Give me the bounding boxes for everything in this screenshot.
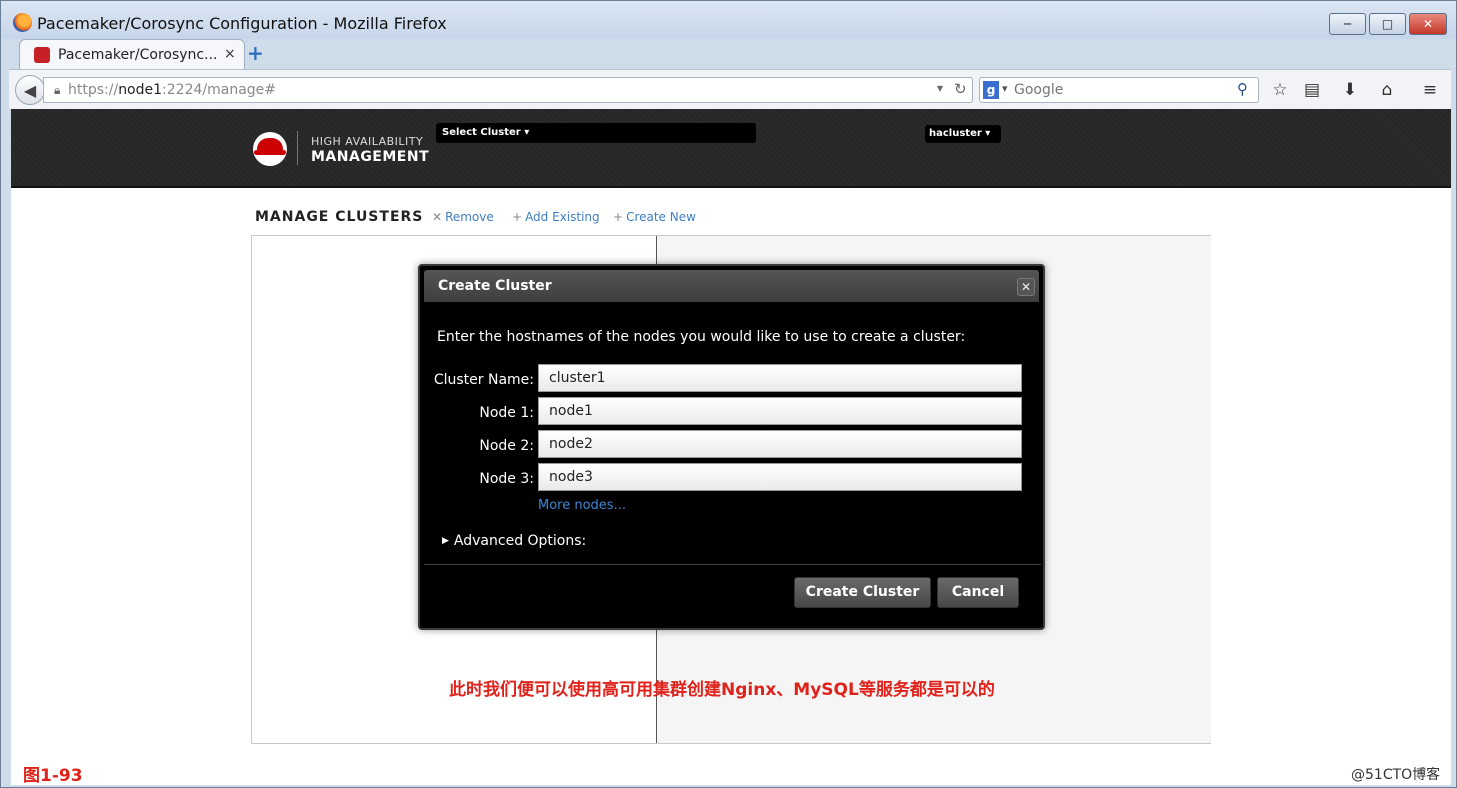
reload-icon[interactable]: ↻ xyxy=(954,80,967,98)
firefox-icon xyxy=(13,13,32,32)
new-tab-button[interactable]: + xyxy=(247,43,265,63)
title-bar: Pacemaker/Corosync Configuration - Mozil… xyxy=(1,1,1456,39)
back-button[interactable]: ◀ xyxy=(15,75,45,105)
dialog-divider xyxy=(424,564,1041,565)
node1-input[interactable] xyxy=(538,397,1022,425)
google-engine-icon[interactable]: g xyxy=(983,81,999,99)
user-menu[interactable]: hacluster ▾ xyxy=(925,125,1001,143)
bookmarks-list-icon[interactable]: ▤ xyxy=(1301,79,1323,101)
cancel-button[interactable]: Cancel xyxy=(937,577,1019,608)
downloads-icon[interactable]: ⬇ xyxy=(1339,79,1361,101)
tab-close-icon[interactable]: × xyxy=(224,46,236,62)
node1-label: Node 1: xyxy=(479,405,534,421)
node3-label: Node 3: xyxy=(479,471,534,487)
dialog-title: Create Cluster xyxy=(438,278,552,294)
url-text: https://node1:2224/manage# xyxy=(68,82,277,98)
remove-link[interactable]: ✕ Remove xyxy=(432,210,494,224)
node2-input[interactable] xyxy=(538,430,1022,458)
figure-label: 图1-93 xyxy=(23,766,83,785)
create-cluster-button[interactable]: Create Cluster xyxy=(794,577,931,608)
menu-icon[interactable]: ≡ xyxy=(1419,79,1441,101)
plus-icon: + xyxy=(613,210,624,224)
url-history-dropdown-icon[interactable]: ▾ xyxy=(937,81,943,95)
cluster-name-label: Cluster Name: xyxy=(433,372,534,388)
advanced-options-toggle[interactable]: ▶ Advanced Options: xyxy=(442,533,586,549)
dialog-close-icon[interactable]: ✕ xyxy=(1017,278,1035,296)
navigation-bar: ◀ 🔒︎ https://node1:2224/manage# ▾ ↻ g ▾ … xyxy=(9,69,1451,109)
tab-pacemaker[interactable]: Pacemaker/Corosync... × xyxy=(19,39,245,69)
close-window-button[interactable]: ✕ xyxy=(1409,13,1447,35)
add-existing-link[interactable]: + Add Existing xyxy=(512,210,600,224)
redhat-logo-icon xyxy=(253,132,287,166)
page-content: HIGH AVAILABILITY MANAGEMENT Select Clus… xyxy=(11,109,1451,785)
select-cluster-dropdown[interactable]: Select Cluster ▾ xyxy=(436,123,756,143)
dialog-header: Create Cluster ✕ xyxy=(424,270,1039,302)
page-title: MANAGE CLUSTERS xyxy=(255,209,424,225)
create-cluster-dialog: Create Cluster ✕ Enter the hostnames of … xyxy=(418,264,1045,630)
search-input[interactable] xyxy=(1014,81,1234,99)
tab-strip: Pacemaker/Corosync... × + xyxy=(9,39,1451,69)
annotation-text: 此时我们便可以使用高可用集群创建Nginx、MySQL等服务都是可以的 xyxy=(449,680,995,700)
tab-label: Pacemaker/Corosync... xyxy=(58,47,218,63)
bookmark-star-icon[interactable]: ☆ xyxy=(1269,79,1291,101)
search-bar[interactable]: g ▾ ⚲ xyxy=(979,77,1259,103)
lock-icon: 🔒︎ xyxy=(54,83,61,97)
window-title: Pacemaker/Corosync Configuration - Mozil… xyxy=(37,14,447,33)
dialog-description: Enter the hostnames of the nodes you wou… xyxy=(437,329,966,345)
engine-dropdown-icon[interactable]: ▾ xyxy=(1002,82,1008,95)
search-icon[interactable]: ⚲ xyxy=(1237,80,1248,98)
expand-triangle-icon: ▶ xyxy=(442,536,449,546)
watermark: @51CTO博客 xyxy=(1351,767,1441,783)
node2-label: Node 2: xyxy=(479,438,534,454)
logo-line1: HIGH AVAILABILITY xyxy=(311,135,424,148)
browser-window: Pacemaker/Corosync Configuration - Mozil… xyxy=(0,0,1457,788)
cluster-name-input[interactable] xyxy=(538,364,1022,392)
plus-icon: + xyxy=(512,210,523,224)
redhat-favicon-icon xyxy=(34,47,50,63)
minimize-button[interactable]: ─ xyxy=(1329,13,1366,35)
app-header: HIGH AVAILABILITY MANAGEMENT Select Clus… xyxy=(11,109,1451,188)
logo-divider xyxy=(297,131,298,165)
remove-icon: ✕ xyxy=(432,210,443,224)
node3-input[interactable] xyxy=(538,463,1022,491)
url-bar[interactable]: 🔒︎ https://node1:2224/manage# ▾ ↻ xyxy=(43,77,973,103)
more-nodes-link[interactable]: More nodes... xyxy=(538,498,626,513)
logo-line2: MANAGEMENT xyxy=(311,149,430,165)
create-new-link[interactable]: + Create New xyxy=(613,210,696,224)
maximize-button[interactable]: □ xyxy=(1369,13,1406,35)
home-icon[interactable]: ⌂ xyxy=(1376,79,1398,101)
